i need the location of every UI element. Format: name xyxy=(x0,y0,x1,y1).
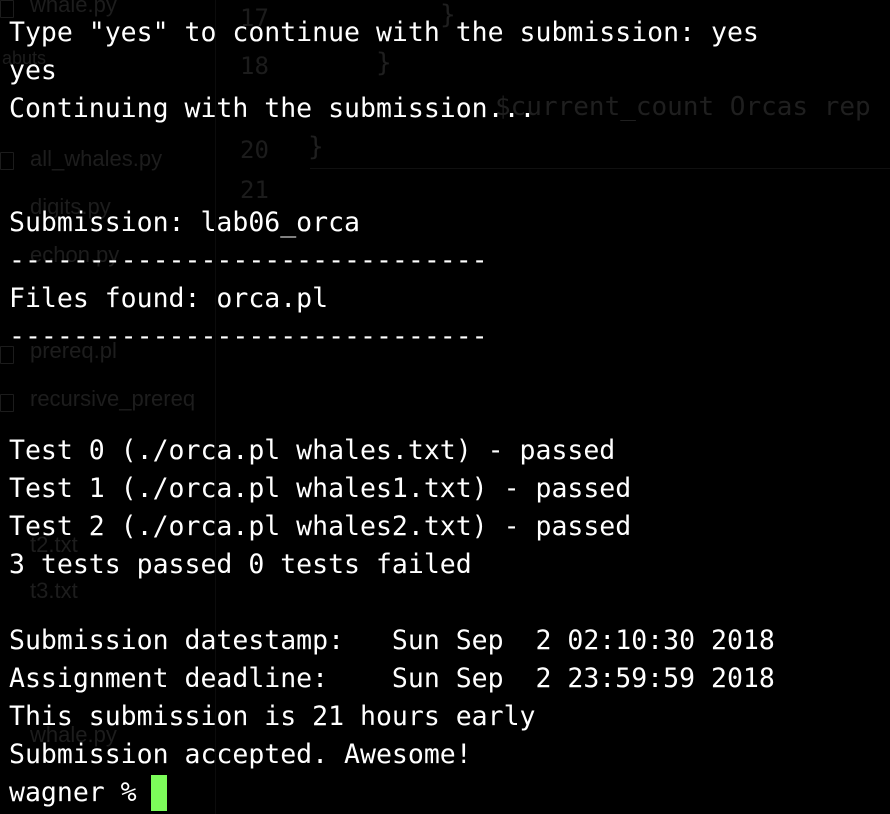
terminal-line: Test 0 (./orca.pl whales.txt) - passed xyxy=(9,435,616,466)
shell-prompt: wagner % xyxy=(9,777,137,808)
terminal-cursor xyxy=(150,775,167,811)
terminal-prompt-line[interactable]: wagner % xyxy=(9,774,775,812)
terminal-line: Submission: lab06_orca xyxy=(9,207,360,238)
terminal-line: Assignment deadline: Sun Sep 2 23:59:59 … xyxy=(9,663,775,694)
terminal-line: Type "yes" to continue with the submissi… xyxy=(9,17,759,48)
terminal-line: ------------------------------ xyxy=(9,321,488,352)
terminal-line: Files found: orca.pl xyxy=(9,283,329,314)
terminal-line: Test 1 (./orca.pl whales1.txt) - passed xyxy=(9,473,632,504)
terminal-line: 3 tests passed 0 tests failed xyxy=(9,549,472,580)
terminal-line: ------------------------------ xyxy=(9,245,488,276)
terminal-line: Submission datestamp: Sun Sep 2 02:10:30… xyxy=(9,625,775,656)
terminal-line: Submission accepted. Awesome! xyxy=(9,739,472,770)
terminal-output[interactable]: Type "yes" to continue with the submissi… xyxy=(9,14,775,812)
terminal-line: This submission is 21 hours early xyxy=(9,701,536,732)
terminal-line: yes xyxy=(9,55,57,86)
terminal-line: Continuing with the submission... xyxy=(9,93,536,124)
terminal-line: Test 2 (./orca.pl whales2.txt) - passed xyxy=(9,511,632,542)
